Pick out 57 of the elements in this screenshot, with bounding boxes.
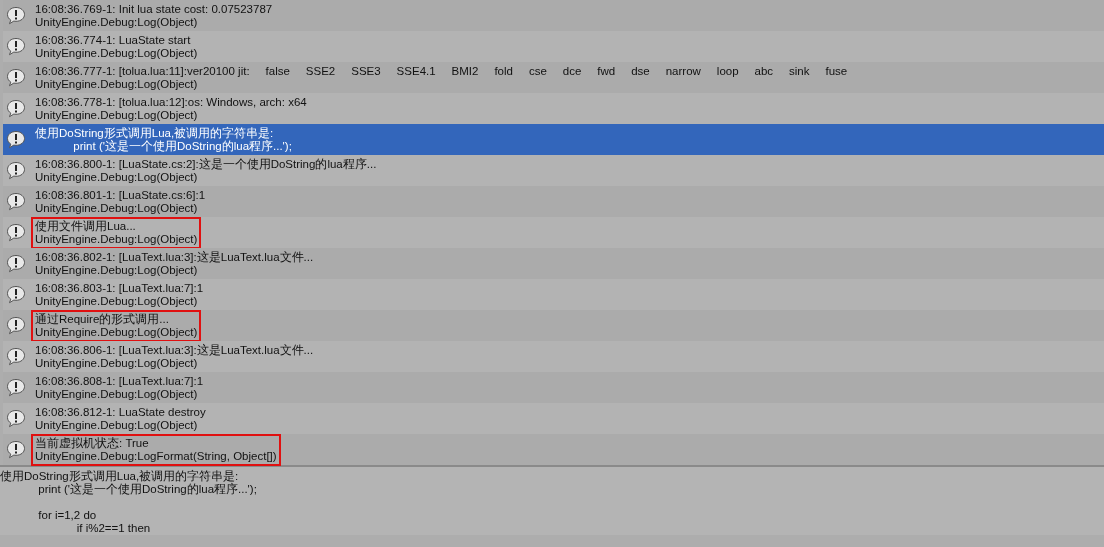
log-message: 使用DoString形式调用Lua,被调用的字符串是: (35, 126, 275, 139)
warning-bubble-icon (6, 316, 26, 335)
log-message: 使用文件调用Lua... (35, 219, 137, 233)
log-stack-trace: UnityEngine.Debug:Log(Object) (35, 170, 199, 184)
detail-text-line: print ('这是一个使用DoString的lua程序...'); (37, 483, 258, 496)
warning-bubble-icon (6, 285, 26, 304)
log-entry[interactable]: 16:08:36.803-1: [LuaText.lua:7]:1 UnityEngine.Debug:Log(Object) (3, 279, 1104, 310)
log-message: 当前虚拟机状态: True (35, 436, 150, 450)
detail-text-line: 使用DoString形式调用Lua,被调用的字符串是: (0, 470, 240, 483)
log-message: 16:08:36.806-1: [LuaText.lua:3]:这是LuaText.lua文件... (35, 343, 314, 357)
log-stack-trace: print ('这是一个使用DoString的lua程序...'); (73, 139, 292, 153)
warning-bubble-icon (6, 440, 26, 459)
log-stack-trace: UnityEngine.Debug:Log(Object) (35, 294, 199, 308)
log-message: 16:08:36.803-1: [LuaText.lua:7]:1 (35, 281, 204, 295)
log-message: 16:08:36.801-1: [LuaState.cs:6]:1 (35, 188, 206, 202)
log-message: 16:08:36.778-1: [tolua.lua:12]:os: Windows, arch: x64 (35, 95, 307, 109)
warning-bubble-icon (6, 130, 26, 149)
log-entry[interactable]: 16:08:36.800-1: [LuaState.cs:2]:这是一个使用DoString的lua程序... UnityEngine.Debug:Log(Object) (3, 155, 1104, 186)
log-message: 16:08:36.800-1: [LuaState.cs:2]:这是一个使用DoString的lua程序... (35, 157, 377, 171)
log-message: 16:08:36.769-1: Init lua state cost: 0.07523787 (35, 2, 273, 16)
warning-bubble-icon (6, 37, 26, 56)
warning-bubble-icon (6, 6, 26, 25)
warning-bubble-icon (6, 347, 26, 366)
log-stack-trace: UnityEngine.Debug:Log(Object) (35, 387, 199, 401)
log-entry[interactable]: 使用DoString形式调用Lua,被调用的字符串是: print ('这是一个使用DoString的lua程序...'); (3, 124, 1104, 155)
log-stack-trace: UnityEngine.Debug:LogFormat(String, Object[]) (35, 449, 277, 463)
warning-bubble-icon (6, 161, 26, 180)
warning-bubble-icon (6, 99, 26, 118)
log-entry[interactable]: 使用文件调用Lua... UnityEngine.Debug:Log(Object) (3, 217, 1104, 248)
log-stack-trace: UnityEngine.Debug:Log(Object) (35, 201, 199, 215)
log-stack-trace: UnityEngine.Debug:Log(Object) (35, 46, 198, 60)
warning-bubble-icon (6, 223, 26, 242)
log-message: 通过Require的形式调用... (35, 312, 170, 326)
log-entry[interactable]: 16:08:36.812-1: LuaState destroy UnityEngine.Debug:Log(Object) (3, 403, 1104, 434)
log-message: 16:08:36.774-1: LuaState start (35, 33, 192, 47)
log-stack-trace: UnityEngine.Debug:Log(Object) (35, 325, 198, 339)
detail-text-line: if i%2==1 then (75, 522, 152, 535)
log-entry[interactable]: 16:08:36.806-1: [LuaText.lua:3]:这是LuaText.lua文件... UnityEngine.Debug:Log(Object) (3, 341, 1104, 372)
log-message: 16:08:36.802-1: [LuaText.lua:3]:这是LuaText.lua文件... (35, 250, 314, 264)
log-stack-trace: UnityEngine.Debug:Log(Object) (35, 108, 199, 122)
log-stack-trace: UnityEngine.Debug:Log(Object) (35, 418, 199, 432)
log-stack-trace: UnityEngine.Debug:Log(Object) (35, 356, 199, 370)
warning-bubble-icon (6, 192, 26, 211)
log-stack-trace: UnityEngine.Debug:Log(Object) (35, 232, 198, 246)
log-message: 16:08:36.777-1: [tolua.lua:11]:ver20100 jit: false SSE2 SSE3 SSE4.1 BMI2 fold cse dce fwd dse narrow loop abc sink fuse (35, 64, 848, 78)
log-stack-trace: UnityEngine.Debug:Log(Object) (35, 15, 199, 29)
detail-text-line: for i=1,2 do (37, 509, 98, 522)
log-entry[interactable]: 16:08:36.774-1: LuaState start UnityEngine.Debug:Log(Object) (3, 31, 1104, 62)
log-message: 16:08:36.808-1: [LuaText.lua:7]:1 (35, 374, 204, 388)
log-stack-trace: UnityEngine.Debug:Log(Object) (35, 263, 199, 277)
warning-bubble-icon (6, 68, 26, 87)
warning-bubble-icon (6, 409, 26, 428)
warning-bubble-icon (6, 254, 26, 273)
log-message: 16:08:36.812-1: LuaState destroy (35, 405, 206, 419)
log-entry[interactable]: 16:08:36.778-1: [tolua.lua:12]:os: Windows, arch: x64 UnityEngine.Debug:Log(Object) (3, 93, 1104, 124)
log-stack-trace: UnityEngine.Debug:Log(Object) (35, 77, 199, 91)
warning-bubble-icon (6, 378, 26, 397)
